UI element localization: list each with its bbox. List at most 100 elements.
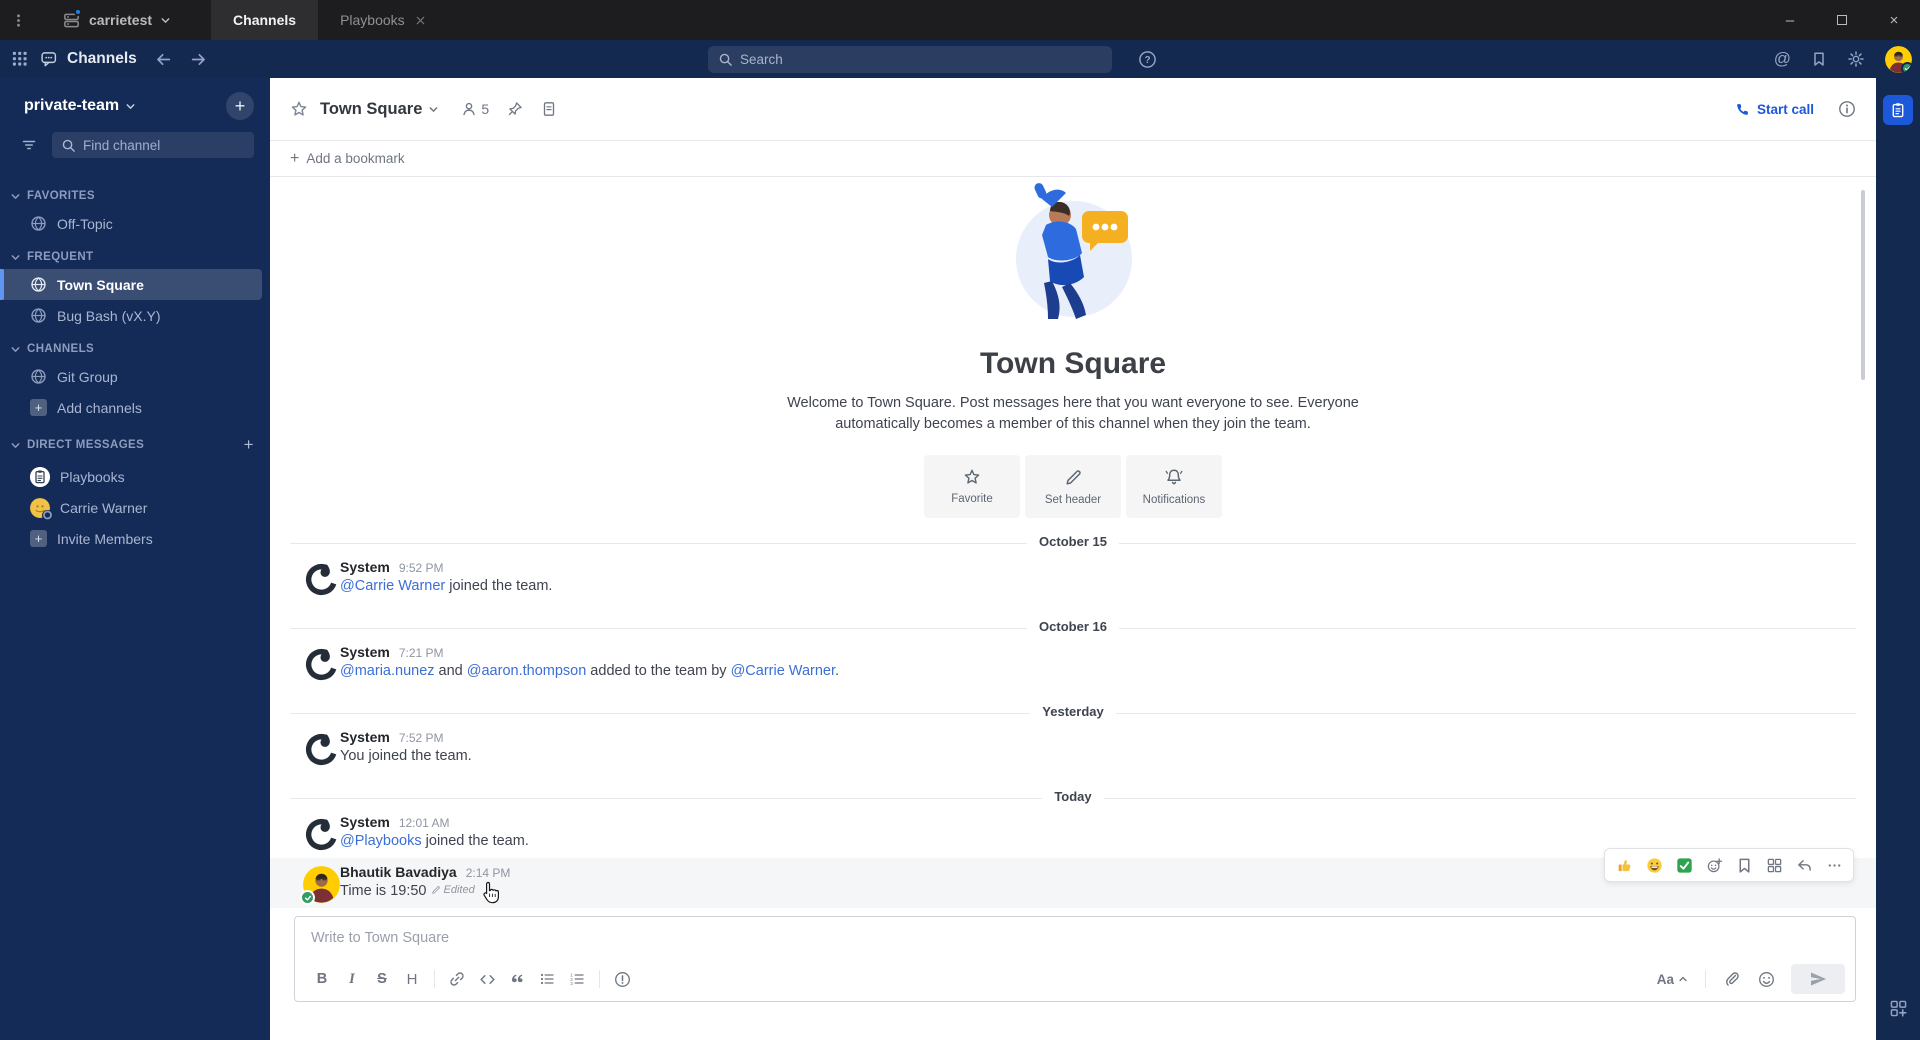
help-icon[interactable]: ? xyxy=(1138,50,1157,69)
date-divider: October 15 xyxy=(270,533,1876,553)
add-direct-message-button[interactable]: + xyxy=(244,435,254,455)
sidebar-item-invite-members[interactable]: + Invite Members xyxy=(0,523,262,554)
show-formatting-button[interactable]: Aa xyxy=(1651,968,1694,991)
settings-gear-icon[interactable] xyxy=(1847,50,1865,68)
sidebar-item-git-group[interactable]: Git Group xyxy=(0,361,262,392)
message-row[interactable]: Bhautik Bavadiya 2:14 PM Time is 19:50 Edit… xyxy=(270,848,1876,908)
minimize-button[interactable]: – xyxy=(1764,0,1816,40)
sidebar-item-off-topic[interactable]: Off-Topic xyxy=(0,208,262,239)
start-call-button[interactable]: Start call xyxy=(1735,102,1814,117)
attach-file-button[interactable] xyxy=(1717,966,1747,992)
bold-button[interactable]: B xyxy=(307,966,337,992)
bulleted-list-button[interactable] xyxy=(532,966,562,992)
playbooks-app-icon[interactable] xyxy=(1883,95,1913,125)
user-mention-link[interactable]: @maria.nunez xyxy=(340,663,435,679)
quick-reaction-thumbs-up-emoji[interactable] xyxy=(1610,852,1638,878)
search-input[interactable] xyxy=(740,51,1102,67)
message-avatar[interactable] xyxy=(303,646,340,683)
team-menu[interactable]: private-team xyxy=(24,97,136,115)
scrollbar-thumb[interactable] xyxy=(1861,190,1865,380)
numbered-list-button[interactable]: 123 xyxy=(562,966,592,992)
channel-name-menu[interactable]: Town Square xyxy=(320,100,439,119)
heading-button[interactable]: H xyxy=(397,966,427,992)
product-switcher-icon[interactable] xyxy=(0,51,40,67)
favorite-star-icon[interactable] xyxy=(290,100,308,118)
link-button[interactable] xyxy=(442,966,472,992)
global-header: Channels ? @ xyxy=(0,40,1920,78)
strikethrough-button[interactable]: S xyxy=(367,966,397,992)
user-mention-link[interactable]: @aaron.thompson xyxy=(467,663,587,679)
sidebar-item-add-channels[interactable]: + Add channels xyxy=(0,392,262,423)
history-back-icon[interactable] xyxy=(155,51,172,68)
message-row[interactable]: System 9:52 PM @Carrie Warner joined the t… xyxy=(270,553,1876,603)
find-channel-box[interactable] xyxy=(52,132,254,158)
channel-files-icon[interactable] xyxy=(541,101,557,117)
section-header-direct-messages[interactable]: DIRECT MESSAGES + xyxy=(0,423,270,461)
add-channel-button[interactable]: + xyxy=(226,92,254,120)
app-bar-right-strip xyxy=(1876,78,1920,1040)
maximize-button[interactable] xyxy=(1816,0,1868,40)
message-avatar[interactable] xyxy=(303,561,340,598)
chevron-down-icon xyxy=(160,15,171,26)
message-avatar[interactable] xyxy=(303,816,340,853)
channel-filter-icon[interactable] xyxy=(14,132,44,158)
svg-text:3: 3 xyxy=(570,981,573,986)
user-avatar[interactable] xyxy=(1885,45,1912,73)
message-author[interactable]: System xyxy=(340,729,390,745)
add-bookmark-button[interactable]: + Add a bookmark xyxy=(270,140,1876,177)
close-tab-icon[interactable] xyxy=(415,15,426,26)
global-search[interactable] xyxy=(708,45,1112,73)
message-input[interactable] xyxy=(311,930,1839,946)
intro-action-favorite[interactable]: Favorite xyxy=(924,455,1020,518)
channel-info-icon[interactable] xyxy=(1838,100,1856,118)
window-tab-channels[interactable]: Channels xyxy=(211,0,319,40)
find-channel-input[interactable] xyxy=(83,137,245,153)
window-tab-playbooks[interactable]: Playbooks xyxy=(318,0,448,40)
saved-posts-icon[interactable] xyxy=(1811,51,1827,67)
close-button[interactable]: × xyxy=(1868,0,1920,40)
message-row[interactable]: System 7:21 PM @maria.nunez and @aaron.tho… xyxy=(270,638,1876,688)
italic-button[interactable]: I xyxy=(337,966,367,992)
user-mention-link[interactable]: @Playbooks xyxy=(340,833,422,849)
message-actions-button[interactable] xyxy=(1760,852,1788,878)
message-author[interactable]: System xyxy=(340,644,390,660)
history-forward-icon[interactable] xyxy=(190,51,207,68)
message-author[interactable]: System xyxy=(340,559,390,575)
quote-button[interactable] xyxy=(502,966,532,992)
intro-action-set-header[interactable]: Set header xyxy=(1025,455,1121,518)
user-mention-link[interactable]: @Carrie Warner xyxy=(731,663,835,679)
reply-button[interactable] xyxy=(1790,852,1818,878)
app-marketplace-icon[interactable] xyxy=(1889,999,1908,1018)
message-author[interactable]: Bhautik Bavadiya xyxy=(340,864,457,880)
sidebar-item-carrie-warner[interactable]: Carrie Warner xyxy=(0,492,262,523)
more-actions-button[interactable] xyxy=(1820,852,1848,878)
save-message-button[interactable] xyxy=(1730,852,1758,878)
user-mention-link[interactable]: @Carrie Warner xyxy=(340,578,445,594)
message-avatar[interactable] xyxy=(303,731,340,768)
emoji-picker-button[interactable] xyxy=(1751,966,1781,992)
server-selector[interactable]: carrietest xyxy=(62,7,171,30)
code-button[interactable] xyxy=(472,966,502,992)
intro-action-notifications[interactable]: Notifications xyxy=(1126,455,1222,518)
section-header-frequent[interactable]: FREQUENT xyxy=(0,239,270,269)
pinned-posts-icon[interactable] xyxy=(507,101,523,117)
sidebar-item-bug-bash-vx-y-[interactable]: Bug Bash (vX.Y) xyxy=(0,300,262,331)
message-avatar[interactable] xyxy=(300,866,340,905)
section-header-favorites[interactable]: FAVORITES xyxy=(0,178,270,208)
add-reaction-button[interactable] xyxy=(1700,852,1728,878)
section-header-channels[interactable]: CHANNELS xyxy=(0,331,270,361)
quick-reaction-check-emoji[interactable] xyxy=(1670,852,1698,878)
quick-reaction-grinning-emoji[interactable] xyxy=(1640,852,1668,878)
member-count-button[interactable]: 5 xyxy=(461,101,489,117)
send-message-button[interactable] xyxy=(1791,964,1845,994)
message-list[interactable]: Town Square Welcome to Town Square. Post… xyxy=(270,177,1876,911)
window-menu-icon[interactable] xyxy=(0,13,36,28)
message-row[interactable]: System 7:52 PM You joined the team. xyxy=(270,723,1876,773)
window-controls: – × xyxy=(1764,0,1920,40)
sidebar-item-town-square[interactable]: Town Square xyxy=(0,269,262,300)
priority-button[interactable] xyxy=(607,966,637,992)
message-author[interactable]: System xyxy=(340,814,390,830)
at-mentions-icon[interactable]: @ xyxy=(1774,49,1791,69)
sidebar-item-playbooks[interactable]: Playbooks xyxy=(0,461,262,492)
message-composer[interactable]: B I S H 123 Aa xyxy=(294,916,1856,1002)
